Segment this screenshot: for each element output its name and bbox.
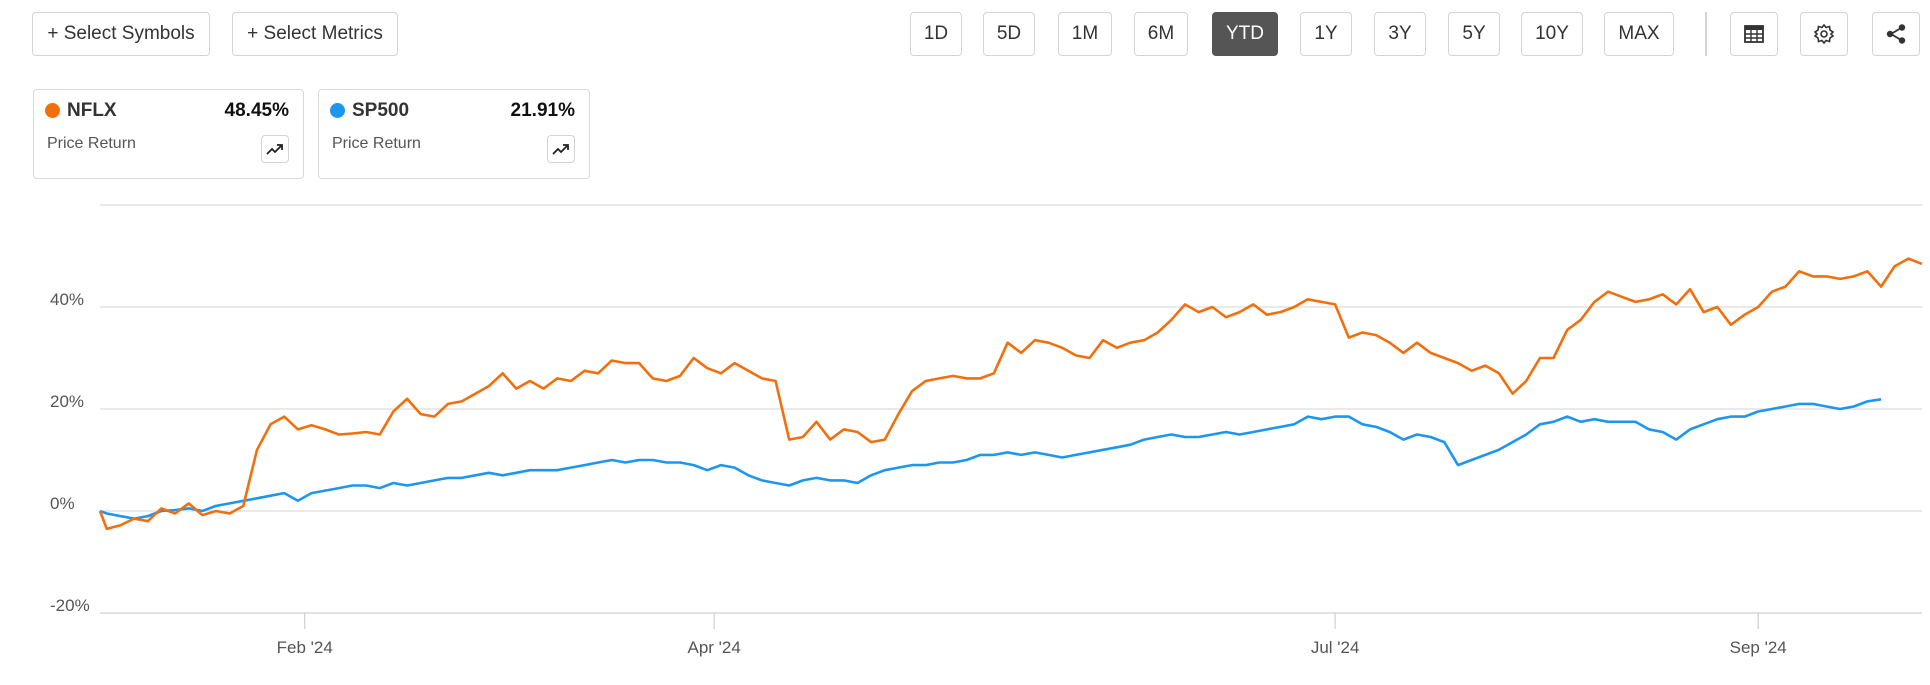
x-tick-label: Sep '24 bbox=[1730, 638, 1787, 657]
series-line-nflx bbox=[98, 257, 1923, 531]
x-tick-label: Apr '24 bbox=[687, 638, 740, 657]
y-tick-label: 20% bbox=[50, 392, 84, 411]
x-tick-label: Feb '24 bbox=[277, 638, 333, 657]
x-tick-label: Jul '24 bbox=[1311, 638, 1360, 657]
y-tick-label: 40% bbox=[50, 290, 84, 309]
price-return-chart: Feb '24 Apr '24 Jul '24 Sep '24 40% 20% 0% -20… bbox=[50, 204, 1923, 657]
y-tick-label: 0% bbox=[50, 494, 75, 513]
series-line-sp500 bbox=[99, 398, 1882, 520]
y-tick-label: -20% bbox=[50, 596, 90, 615]
